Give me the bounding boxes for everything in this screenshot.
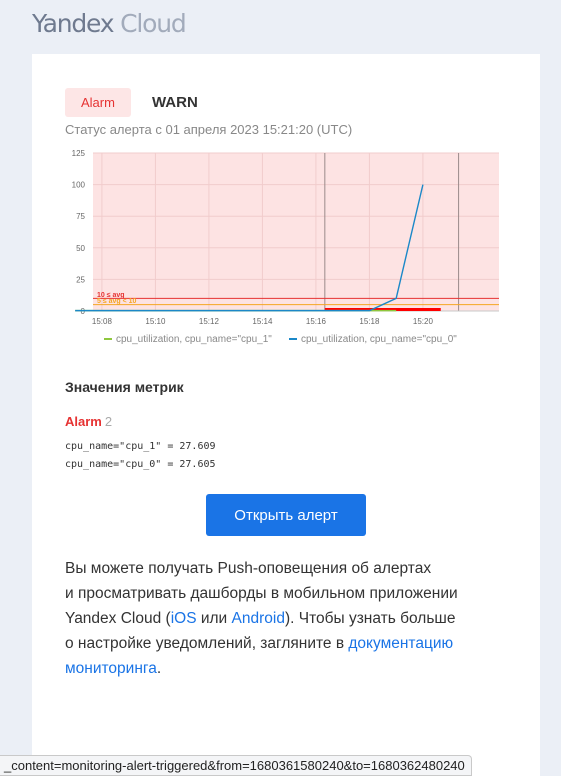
info-line-2: и просматривать дашборды в мобильном при…	[65, 585, 458, 602]
legend-item-cpu-0: cpu_utilization, cpu_name="cpu_0"	[289, 334, 457, 345]
x-tick-label: 15:10	[145, 317, 166, 326]
legend-item-cpu-1: cpu_utilization, cpu_name="cpu_1"	[104, 334, 272, 345]
yandex-cloud-logo: Yandex Cloud	[32, 9, 187, 38]
threshold-label: 5 ≤ avg < 10	[97, 298, 137, 305]
documentation-link-part-1: документацию	[348, 635, 454, 652]
info-end: .	[156, 660, 162, 677]
x-tick-label: 15:14	[252, 317, 273, 326]
info-line-3-post: ). Чтобы узнать больше	[284, 610, 456, 627]
metrics-title: Значения метрик	[65, 379, 184, 395]
open-alert-button[interactable]: Открыть алерт	[206, 494, 366, 536]
android-link[interactable]: Android	[232, 610, 285, 627]
y-tick-label: 0	[81, 307, 86, 316]
x-tick-label: 15:18	[359, 317, 380, 326]
documentation-link-part-2: мониторинга	[65, 660, 157, 677]
legend-swatch-cpu-0	[289, 338, 297, 341]
x-tick-label: 15:20	[413, 317, 434, 326]
y-tick-label: 125	[72, 149, 86, 158]
x-tick-label: 15:16	[306, 317, 327, 326]
chart-legend: cpu_utilization, cpu_name="cpu_1" cpu_ut…	[32, 334, 540, 350]
legend-label-cpu-0: cpu_utilization, cpu_name="cpu_0"	[301, 334, 457, 345]
alarm-zone-background	[93, 153, 499, 311]
email-card: Alarm WARN Статус алерта с 01 апреля 202…	[32, 54, 540, 776]
x-tick-label: 15:12	[199, 317, 220, 326]
legend-swatch-cpu-1	[104, 338, 112, 341]
logo-word-yandex: Yandex	[32, 9, 115, 38]
alert-status-subtitle: Статус алерта с 01 апреля 2023 15:21:20 …	[65, 122, 353, 137]
alarm-group-label: Alarm	[65, 414, 102, 429]
y-tick-label: 75	[76, 212, 85, 221]
alert-chart: 0 25 50 75 100 125 15:08 15:10 15:12 15:14 15:16 15…	[72, 149, 499, 326]
logo-word-cloud: Cloud	[120, 9, 187, 38]
alarm-group-heading: Alarm 2	[65, 414, 112, 429]
x-tick-label: 15:08	[92, 317, 113, 326]
alert-status-row: Alarm WARN	[65, 88, 198, 117]
info-line-4-pre: о настройке уведомлений, загляните в	[65, 635, 349, 652]
alert-status-text: WARN	[151, 94, 198, 111]
push-notification-info: Вы можете получать Push-оповещения об ал…	[65, 556, 505, 681]
info-or: или	[196, 610, 232, 627]
alarm-badge: Alarm	[65, 88, 131, 117]
metric-row-cpu-0: cpu_name="cpu_0" = 27.605	[65, 459, 216, 470]
y-tick-label: 25	[76, 275, 85, 284]
ios-link[interactable]: iOS	[171, 610, 197, 627]
y-tick-label: 100	[72, 181, 86, 190]
y-tick-label: 50	[76, 244, 85, 253]
browser-status-bar-url: _content=monitoring-alert-triggered&from…	[0, 755, 472, 776]
info-line-1: Вы можете получать Push-оповещения об ал…	[65, 560, 432, 577]
alarm-group-count: 2	[104, 414, 113, 429]
legend-label-cpu-1: cpu_utilization, cpu_name="cpu_1"	[116, 334, 272, 345]
info-line-3-pre: Yandex Cloud (	[65, 610, 171, 627]
metric-row-cpu-1: cpu_name="cpu_1" = 27.609	[65, 441, 216, 452]
